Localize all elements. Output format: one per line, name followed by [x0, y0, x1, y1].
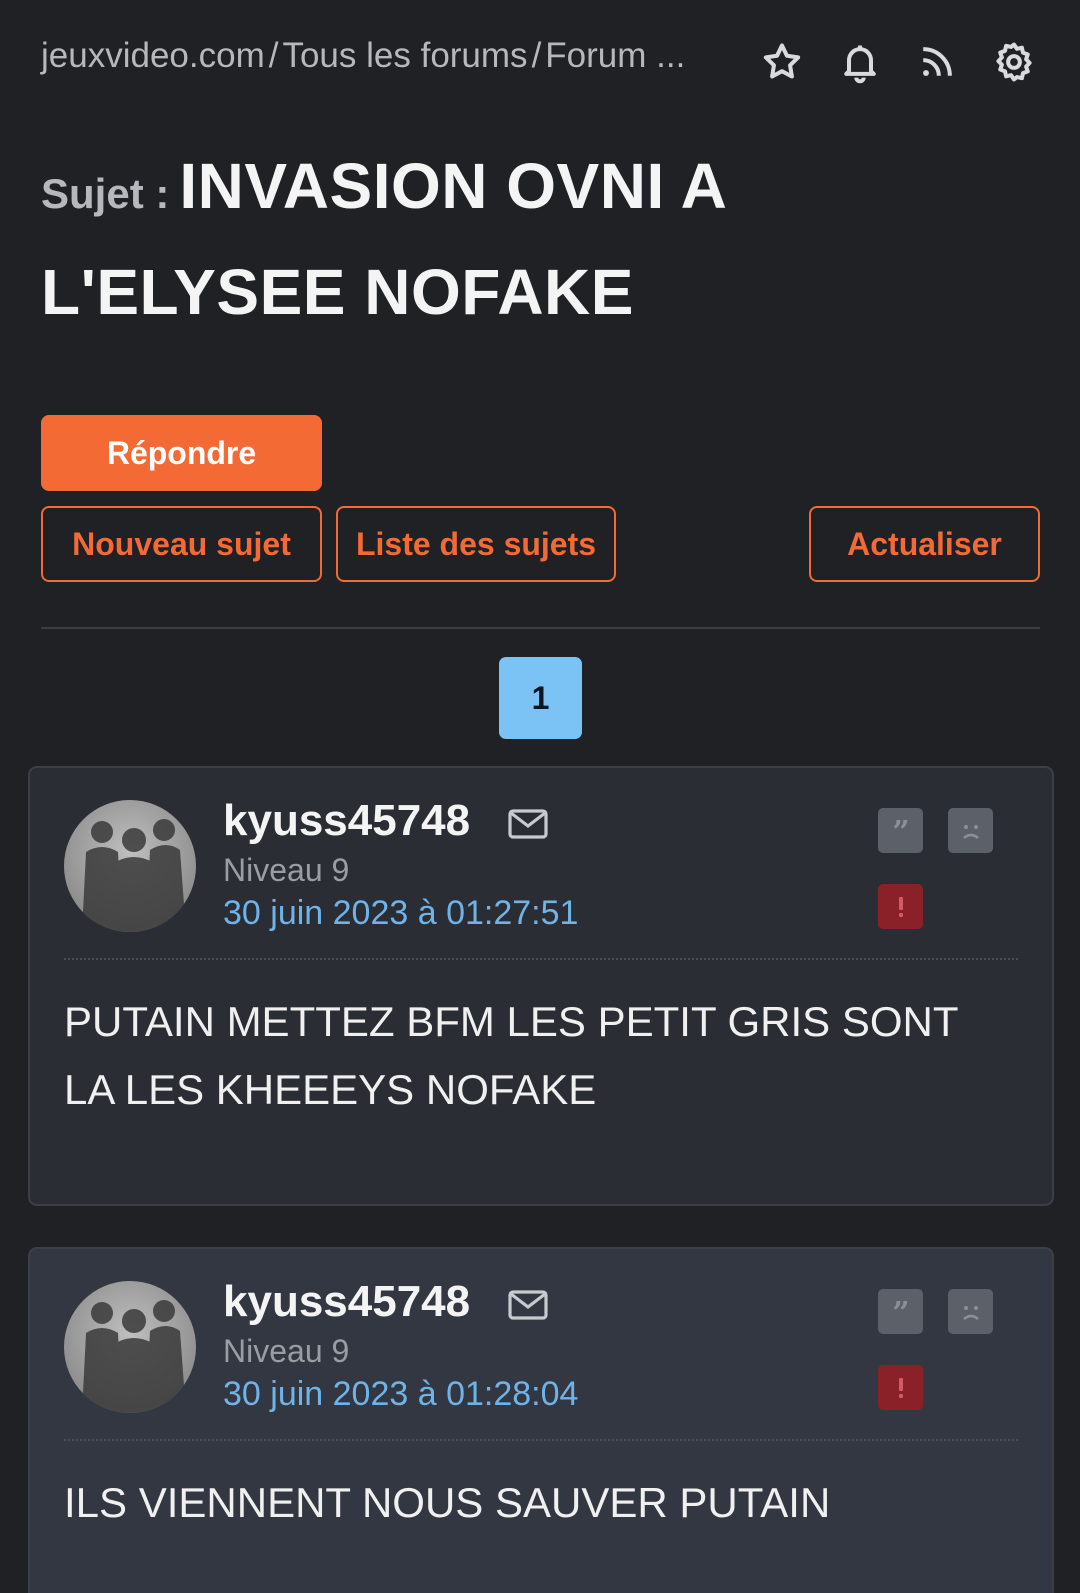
mail-icon[interactable] — [508, 1289, 548, 1321]
post-date-link[interactable]: 30 juin 2023 à 01:27:51 — [223, 894, 578, 933]
post-author[interactable]: kyuss45748 — [223, 1277, 470, 1327]
star-icon[interactable] — [758, 38, 806, 86]
ignore-user-icon[interactable] — [948, 808, 993, 853]
report-icon[interactable] — [878, 884, 923, 929]
svg-text:”: ” — [892, 1297, 909, 1327]
report-icon[interactable] — [878, 1365, 923, 1410]
avatar[interactable] — [64, 1281, 196, 1413]
post-body: PUTAIN METTEZ BFM LES PETIT GRIS SONT LA… — [64, 998, 958, 1113]
pagination-page-button[interactable]: 1 — [499, 657, 582, 739]
ignore-user-icon[interactable] — [948, 1289, 993, 1334]
post: kyuss45748 Niveau 9 30 juin 2023 à 01:28… — [28, 1247, 1054, 1593]
svg-text:”: ” — [892, 816, 909, 846]
post-author-level: Niveau 9 — [223, 1333, 350, 1369]
refresh-button[interactable]: Actualiser — [809, 506, 1040, 582]
topic-list-button[interactable]: Liste des sujets — [336, 506, 616, 582]
new-topic-button[interactable]: Nouveau sujet — [41, 506, 322, 582]
forum-topic-page: jeuxvideo.com / Tous les forums / Forum ... … — [0, 0, 1080, 1593]
quote-icon[interactable]: ” — [878, 1289, 923, 1334]
post-author[interactable]: kyuss45748 — [223, 796, 470, 846]
breadcrumb-home-link[interactable]: jeuxvideo.com — [41, 36, 265, 75]
breadcrumb-all-forums-link[interactable]: Tous les forums — [282, 36, 527, 75]
rss-icon[interactable] — [913, 38, 961, 86]
topic-title-prefix: Sujet : — [41, 170, 170, 217]
gear-icon[interactable] — [990, 38, 1038, 86]
post: kyuss45748 Niveau 9 30 juin 2023 à 01:27… — [28, 766, 1054, 1206]
divider — [41, 627, 1040, 629]
top-bar: jeuxvideo.com / Tous les forums / Forum ... — [0, 0, 1080, 120]
post-author-level: Niveau 9 — [223, 852, 350, 888]
mail-icon[interactable] — [508, 808, 548, 840]
reply-button[interactable]: Répondre — [41, 415, 322, 491]
avatar[interactable] — [64, 800, 196, 932]
post-separator — [64, 1439, 1018, 1441]
post-date-link[interactable]: 30 juin 2023 à 01:28:04 — [223, 1375, 578, 1414]
breadcrumb: jeuxvideo.com / Tous les forums / Forum ... — [41, 36, 685, 76]
quote-icon[interactable]: ” — [878, 808, 923, 853]
topic-title: Sujet : INVASION OVNI A L'ELYSEE NOFAKE — [41, 142, 1041, 354]
breadcrumb-forum-link[interactable]: Forum ... — [545, 36, 685, 75]
breadcrumb-separator: / — [531, 36, 542, 75]
bell-icon[interactable] — [836, 38, 884, 86]
post-separator — [64, 958, 1018, 960]
post-body: ILS VIENNENT NOUS SAUVER PUTAIN — [64, 1479, 831, 1526]
breadcrumb-separator: / — [268, 36, 279, 75]
